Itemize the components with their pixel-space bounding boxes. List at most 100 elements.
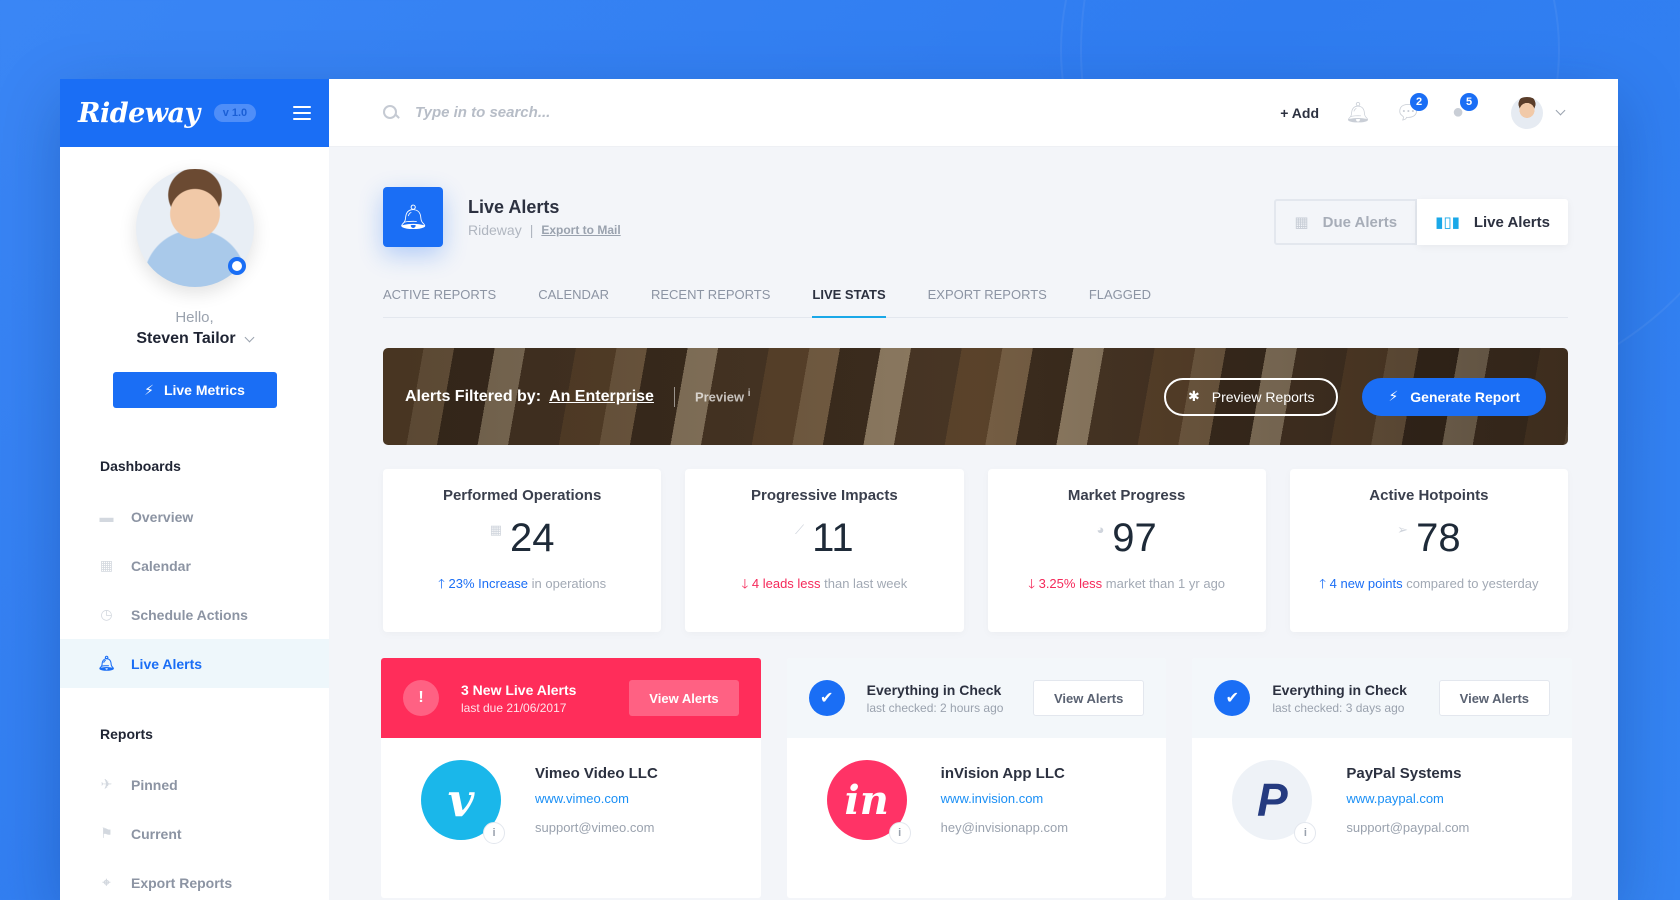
tab-export-reports[interactable]: EXPORT REPORTS — [928, 287, 1047, 318]
info-icon[interactable]: i — [1294, 822, 1317, 844]
preview-reports-button[interactable]: ✱ Preview Reports — [1164, 377, 1339, 416]
menu-toggle-icon[interactable] — [293, 106, 311, 120]
arrow-up-icon: 🡑 — [438, 576, 449, 591]
app-logo[interactable]: Rideway — [78, 98, 200, 129]
tab-active-reports[interactable]: ACTIVE REPORTS — [383, 287, 496, 318]
info-icon: i — [747, 388, 751, 400]
filter-banner: Alerts Filtered by: An Enterprise Previe… — [383, 348, 1568, 445]
breadcrumb: Rideway | Export to Mail — [468, 222, 621, 238]
top-actions: + Add 🔔︎ 💬︎ 2 ● 5 — [1280, 92, 1566, 129]
company-url-link[interactable]: www.vimeo.com — [535, 791, 658, 806]
check-icon: ✔ — [1214, 680, 1251, 716]
nav-section-title: Reports — [100, 726, 153, 742]
sidebar-item-pinned[interactable]: ✈ Pinned — [60, 760, 329, 809]
tab-calendar[interactable]: CALENDAR — [538, 287, 609, 318]
alert-subtitle: last due 21/06/2017 — [461, 700, 567, 715]
search-icon — [383, 104, 399, 121]
chat-icon[interactable]: 💬︎ 2 — [1395, 92, 1428, 124]
sidebar-item-calendar[interactable]: ▦ Calendar — [60, 541, 329, 590]
sidebar-item-label: Overview — [131, 508, 194, 525]
trend-text: compared to yesterday — [1402, 576, 1539, 591]
export-to-mail-link[interactable]: Export to Mail — [541, 223, 620, 237]
asterisk-icon: ✱ — [1188, 388, 1200, 404]
calendar-check-icon: ▦ — [1294, 214, 1309, 231]
company-name: inVision App LLC — [940, 765, 1065, 782]
user-name-dropdown[interactable]: Steven Tailor — [136, 330, 255, 348]
alert-header: ✔ Everything in Check last checked: 3 day… — [1192, 658, 1573, 738]
company-url-link[interactable]: www.invision.com — [941, 791, 1068, 806]
notifications-count-badge: 5 — [1460, 92, 1478, 111]
search-input[interactable] — [415, 104, 815, 121]
brand-bar: Rideway v 1.0 — [60, 79, 329, 147]
topbar: + Add 🔔︎ 💬︎2 ●5 — [329, 79, 1618, 147]
arrow-down-icon: 🡓 — [741, 576, 752, 591]
company-email: support@paypal.com — [1346, 820, 1470, 835]
info-icon[interactable]: i — [483, 822, 505, 844]
flag-icon: ⚑ — [100, 825, 113, 841]
pin-icon: ✈ — [100, 776, 113, 792]
sidebar-item-schedule-actions[interactable]: ◷ Schedule Actions — [60, 590, 329, 639]
filter-value-link[interactable]: An Enterprise — [549, 388, 654, 406]
bell-icon[interactable]: 🔔︎ — [1345, 102, 1370, 124]
info-icon[interactable]: i — [888, 822, 911, 844]
live-metrics-button[interactable]: ⚡ Live Metrics — [112, 372, 277, 408]
view-alerts-button[interactable]: View Alerts — [1438, 680, 1551, 716]
add-button[interactable]: + Add — [1280, 105, 1319, 121]
live-metrics-label: Live Metrics — [163, 382, 245, 398]
divider — [673, 386, 675, 407]
sidebar-item-current[interactable]: ⚑ Current — [60, 809, 329, 858]
bell-icon: 🔔︎ — [383, 187, 443, 247]
stat-trend: 🡑 4 new points compared to yesterday — [1290, 575, 1568, 597]
alert-title: Everything in Check — [866, 681, 1002, 698]
alert-header: ! 3 New Live Alerts last due 21/06/2017 V… — [381, 658, 761, 738]
alert-card-vimeo: ! 3 New Live Alerts last due 21/06/2017 V… — [381, 658, 761, 898]
preview-link[interactable]: Preview i — [695, 388, 751, 404]
live-alerts-button[interactable]: ▮▯▮ Live Alerts — [1417, 199, 1568, 245]
page-header: 🔔︎ Live Alerts Rideway | Export to Mail … — [383, 147, 1568, 287]
chevron-down-icon — [1555, 105, 1566, 116]
generate-report-button[interactable]: ⚡ Generate Report — [1362, 377, 1546, 416]
sidebar-item-label: Pinned — [131, 776, 178, 793]
location-icon: ⌖ — [102, 874, 111, 890]
alerts-row: ! 3 New Live Alerts last due 21/06/2017 V… — [381, 658, 1573, 898]
due-alerts-button[interactable]: ▦ Due Alerts — [1274, 199, 1418, 245]
sidebar-item-live-alerts[interactable]: 🔔︎ Live Alerts — [60, 639, 329, 688]
stats-row: Performed Operations ▦ 24 🡑 23% Increase … — [383, 469, 1568, 632]
vimeo-logo-icon[interactable]: vi — [421, 760, 505, 844]
company-email: support@vimeo.com — [535, 820, 655, 835]
trend-highlight: 4 leads less — [751, 576, 821, 591]
main-content: 🔔︎ Live Alerts Rideway | Export to Mail … — [329, 147, 1618, 900]
user-menu[interactable] — [1511, 96, 1566, 129]
nav-section-title: Dashboards — [100, 458, 181, 474]
paper-plane-icon: ➢ — [1397, 522, 1409, 537]
invision-logo-icon[interactable]: in i — [826, 760, 911, 844]
filter-label: Alerts Filtered by: — [405, 387, 542, 405]
calendar-icon: ▦ — [99, 557, 114, 573]
reports-nav: ✈ Pinned ⚑ Current ⌖ Export Reports — [60, 760, 329, 900]
arrow-down-icon: 🡓 — [1028, 576, 1039, 591]
avatar[interactable] — [135, 169, 254, 287]
sidebar-item-label: Live Alerts — [131, 655, 203, 672]
stat-value: 11 — [812, 516, 854, 560]
company-info: Pi PayPal Systems www.paypal.com support@p… — [1192, 738, 1572, 862]
tab-recent-reports[interactable]: RECENT REPORTS — [651, 287, 770, 318]
company-name: Vimeo Video LLC — [535, 765, 658, 782]
preview-label: Preview — [694, 389, 745, 405]
paypal-logo-icon[interactable]: Pi — [1232, 760, 1317, 844]
view-alerts-button[interactable]: View Alerts — [629, 680, 739, 716]
tab-flagged[interactable]: FLAGGED — [1089, 287, 1151, 318]
greeting: Hello, — [175, 309, 214, 326]
due-alerts-label: Due Alerts — [1322, 213, 1398, 231]
company-info: in i inVision App LLC www.invision.com hey@… — [787, 738, 1167, 862]
sidebar-item-export-reports[interactable]: ⌖ Export Reports — [60, 858, 329, 900]
globe-icon[interactable]: ● 5 — [1447, 92, 1478, 124]
alert-title: 3 New Live Alerts — [461, 681, 577, 698]
tab-live-stats[interactable]: LIVE STATS — [812, 287, 886, 318]
view-alerts-button[interactable]: View Alerts — [1032, 680, 1145, 716]
preview-reports-label: Preview Reports — [1211, 388, 1315, 405]
banner-actions: ✱ Preview Reports ⚡ Generate Report — [1164, 377, 1546, 416]
lightning-icon: ⚡ — [144, 381, 154, 398]
company-url-link[interactable]: www.paypal.com — [1346, 791, 1469, 806]
sidebar-item-overview[interactable]: ▬ Overview — [60, 492, 329, 541]
lightning-icon: ⚡ — [1388, 388, 1399, 404]
